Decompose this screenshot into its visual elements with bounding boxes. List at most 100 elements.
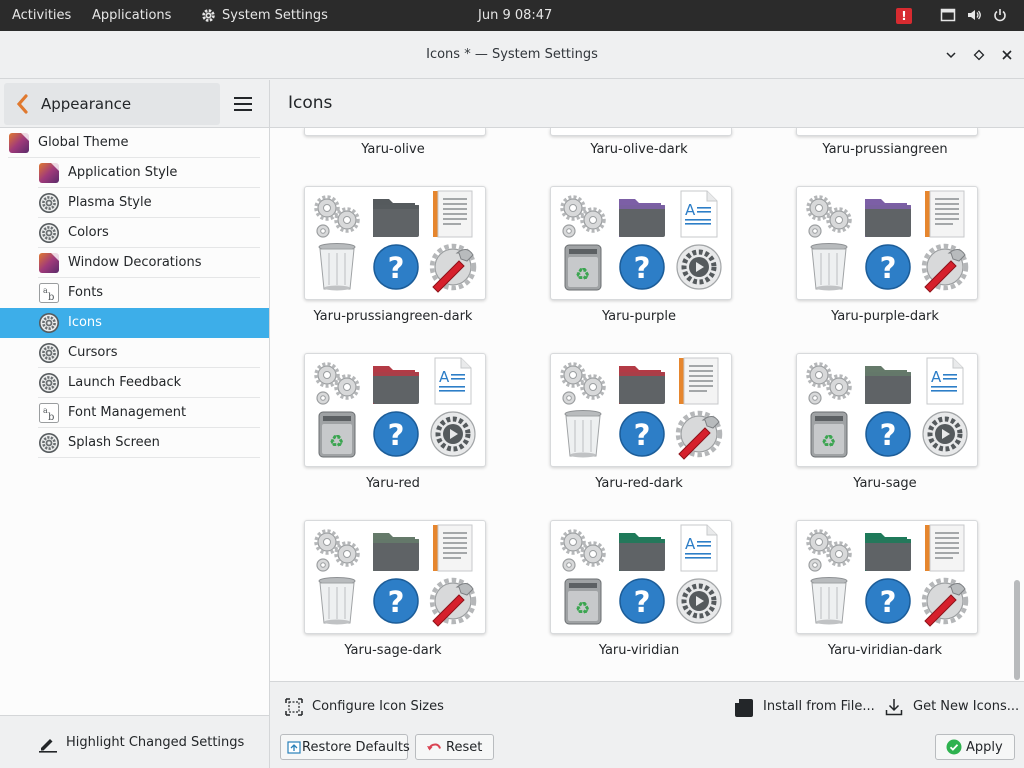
icon-theme-preview[interactable] [550, 128, 732, 136]
clock[interactable]: Jun 9 08:47 [478, 0, 552, 31]
main-content: Icons Yaru-olive Yaru-olive-dark Yaru-prus… [270, 80, 1024, 768]
top-panel: Activities Applications System Settings … [0, 0, 1024, 31]
folder-icon [865, 533, 911, 571]
icon-theme-preview[interactable]: A ♻? [550, 520, 732, 634]
sidebar-item-plasma-style[interactable]: Plasma Style [0, 188, 269, 218]
icon-theme-preview[interactable]: ? [304, 186, 486, 300]
svg-text:A: A [685, 535, 696, 553]
trash-icon [564, 410, 602, 458]
svg-text:?: ? [388, 418, 405, 452]
app-menu[interactable]: System Settings [201, 0, 328, 31]
trash-icon [318, 577, 356, 625]
sidebar-item-label: Cursors [68, 345, 118, 360]
icon-theme-label: Yaru-sage-dark [344, 643, 442, 658]
settings-gears-icon [314, 195, 360, 238]
icon-theme-preview[interactable]: ? [796, 186, 978, 300]
icon-theme-preview[interactable]: A ♻? [304, 353, 486, 467]
close-button[interactable] [997, 45, 1017, 65]
applications-menu[interactable]: Applications [92, 0, 171, 31]
sidebar-item-label: Plasma Style [68, 195, 152, 210]
icon-theme-preview[interactable]: ? [796, 520, 978, 634]
sidebar-item-label: Fonts [68, 285, 104, 300]
sidebar-item-font-management[interactable]: a b Font Management [0, 398, 269, 428]
icon-theme-label: Yaru-sage [853, 476, 917, 491]
reset-label: Reset [446, 740, 483, 755]
install-from-file-button[interactable]: Install from File... [729, 687, 875, 727]
gear-icon [430, 411, 476, 457]
icon-theme-preview[interactable] [304, 128, 486, 136]
recycle-bin-icon: ♻ [564, 578, 602, 625]
svg-text:?: ? [880, 418, 897, 452]
sidebar-item-icons[interactable]: Icons [0, 308, 269, 338]
help-icon: ? [865, 411, 911, 457]
restore-icon [287, 741, 301, 754]
folder-icon [619, 199, 665, 237]
sidebar-item-window-decorations[interactable]: Window Decorations [0, 248, 269, 278]
hamburger-menu-icon[interactable] [232, 93, 254, 115]
back-label: Appearance [41, 95, 132, 113]
apply-button[interactable]: Apply [935, 734, 1015, 760]
sidebar-item-label: Colors [68, 225, 109, 240]
scrollbar[interactable] [1014, 580, 1020, 680]
gear-icon [676, 578, 722, 624]
icon-theme-preview[interactable] [796, 128, 978, 136]
sidebar-item-fonts[interactable]: a b Fonts [0, 278, 269, 308]
undo-icon [427, 743, 441, 751]
gear-icon [38, 342, 60, 364]
sidebar: Appearance Global Theme Application Style… [0, 80, 270, 768]
folder-icon [373, 533, 419, 571]
system-tools-icon [429, 577, 477, 627]
alert-icon[interactable]: ! [896, 8, 912, 24]
highlight-changed-settings-button[interactable]: Highlight Changed Settings [0, 715, 269, 768]
svg-text:A: A [685, 201, 696, 219]
folder-icon [865, 366, 911, 404]
sidebar-item-splash-screen[interactable]: Splash Screen [0, 428, 269, 458]
sidebar-item-application-style[interactable]: Application Style [0, 158, 269, 188]
icon-theme-preview[interactable]: ? [550, 353, 732, 467]
icon-theme-preview[interactable]: ? [304, 520, 486, 634]
document-icon [925, 190, 965, 238]
settings-gears-icon [806, 362, 852, 405]
reset-button[interactable]: Reset [415, 734, 494, 760]
sidebar-item-global-theme[interactable]: Global Theme [0, 128, 269, 158]
theme-icon [8, 132, 30, 154]
restore-defaults-button[interactable]: Restore Defaults [280, 734, 410, 760]
highlight-changed-settings-label: Highlight Changed Settings [66, 735, 245, 750]
get-new-icons-button[interactable]: Get New Icons... [877, 687, 1020, 727]
get-new-icons-label: Get New Icons... [913, 699, 1020, 714]
back-button[interactable]: Appearance [4, 83, 220, 125]
text-document-icon: A [680, 190, 718, 238]
configure-icon-sizes-button[interactable]: Configure Icon Sizes [277, 687, 444, 727]
app-menu-label: System Settings [222, 8, 328, 23]
check-icon [946, 739, 962, 755]
window-titlebar[interactable]: Icons * — System Settings [0, 31, 1024, 79]
sidebar-item-cursors[interactable]: Cursors [0, 338, 269, 368]
icon-theme-label: Yaru-viridian-dark [827, 643, 943, 658]
settings-gears-icon [314, 529, 360, 572]
document-icon [925, 524, 965, 572]
svg-text:?: ? [634, 585, 651, 619]
sidebar-item-label: Launch Feedback [68, 375, 182, 390]
minimize-button[interactable] [941, 45, 961, 65]
theme-icon [38, 252, 60, 274]
volume-icon[interactable] [966, 7, 982, 23]
folder-icon [373, 199, 419, 237]
icon-theme-preview[interactable]: A ♻? [796, 353, 978, 467]
main-header: Icons [270, 80, 1024, 128]
icon-theme-preview[interactable]: A ♻? [550, 186, 732, 300]
power-icon[interactable] [992, 7, 1008, 23]
diamond-icon [973, 49, 985, 61]
sidebar-item-launch-feedback[interactable]: Launch Feedback [0, 368, 269, 398]
window-icon[interactable] [940, 7, 956, 23]
sidebar-item-label: Icons [68, 315, 102, 330]
settings-gears-icon [560, 195, 606, 238]
resize-icon [285, 698, 303, 716]
icon-theme-label: Yaru-olive [361, 142, 425, 157]
activities-button[interactable]: Activities [12, 0, 71, 31]
maximize-button[interactable] [969, 45, 989, 65]
apply-label: Apply [966, 740, 1003, 755]
help-icon: ? [373, 411, 419, 457]
sidebar-item-colors[interactable]: Colors [0, 218, 269, 248]
icon-theme-label: Yaru-red-dark [595, 476, 683, 491]
gear-icon [38, 222, 60, 244]
